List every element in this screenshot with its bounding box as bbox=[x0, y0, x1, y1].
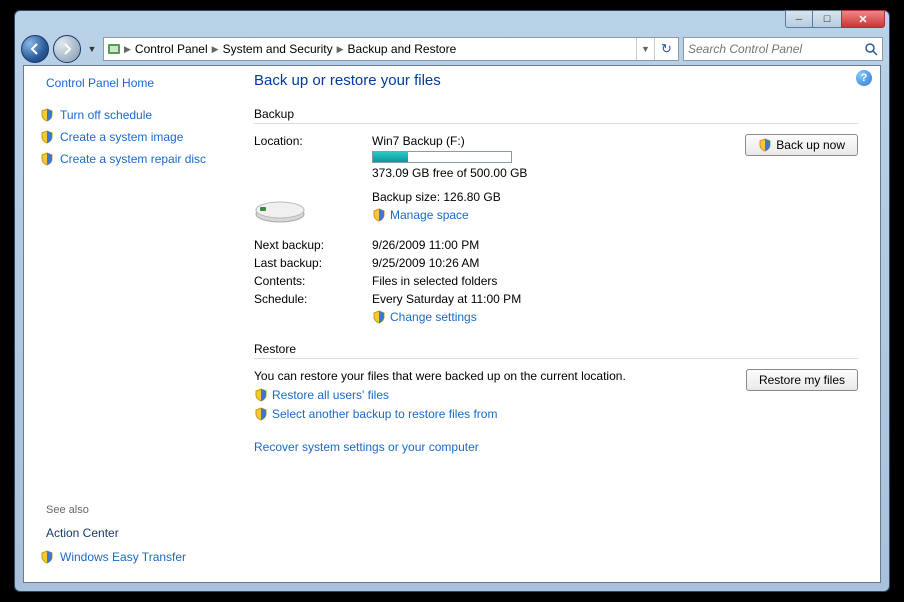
restore-description: You can restore your files that were bac… bbox=[254, 369, 726, 383]
action-center-link[interactable]: Action Center bbox=[40, 526, 228, 540]
turn-off-schedule-link[interactable]: Turn off schedule bbox=[40, 108, 228, 122]
free-space-value: 373.09 GB free of 500.00 GB bbox=[372, 166, 720, 180]
create-repair-disc-link[interactable]: Create a system repair disc bbox=[40, 152, 228, 166]
close-button[interactable]: ✕ bbox=[841, 10, 885, 28]
shield-icon bbox=[40, 152, 54, 166]
search-icon[interactable] bbox=[864, 42, 878, 56]
schedule-value: Every Saturday at 11:00 PM bbox=[372, 292, 720, 306]
shield-icon bbox=[254, 388, 268, 402]
nav-history-dropdown[interactable]: ▼ bbox=[85, 44, 99, 54]
recover-system-link[interactable]: Recover system settings or your computer bbox=[254, 440, 858, 454]
see-also-label: See also bbox=[40, 504, 228, 516]
windows-easy-transfer-link[interactable]: Windows Easy Transfer bbox=[40, 550, 228, 564]
drive-icon bbox=[254, 192, 306, 224]
control-panel-icon bbox=[104, 41, 124, 57]
restore-my-files-button[interactable]: Restore my files bbox=[746, 369, 858, 391]
next-backup-label: Next backup: bbox=[254, 238, 364, 252]
shield-icon bbox=[372, 208, 386, 222]
search-box[interactable] bbox=[683, 37, 883, 61]
shield-icon bbox=[40, 550, 54, 564]
chevron-right-icon: ▶ bbox=[337, 44, 344, 55]
nav-forward-button[interactable] bbox=[53, 35, 81, 63]
location-label: Location: bbox=[254, 134, 364, 148]
last-backup-label: Last backup: bbox=[254, 256, 364, 270]
next-backup-value: 9/26/2009 11:00 PM bbox=[372, 238, 720, 252]
breadcrumb-dropdown[interactable]: ▼ bbox=[636, 38, 654, 60]
control-panel-home-link[interactable]: Control Panel Home bbox=[40, 76, 228, 90]
sidebar-link-label: Windows Easy Transfer bbox=[60, 550, 186, 564]
contents-value: Files in selected folders bbox=[372, 274, 720, 288]
chevron-right-icon: ▶ bbox=[124, 44, 131, 55]
minimize-button[interactable]: ─ bbox=[785, 10, 813, 28]
sidebar-link-label: Create a system repair disc bbox=[60, 152, 206, 166]
shield-icon bbox=[40, 130, 54, 144]
shield-icon bbox=[758, 138, 772, 152]
backup-size-value: Backup size: 126.80 GB bbox=[372, 190, 720, 204]
location-value: Win7 Backup (F:) bbox=[372, 134, 720, 148]
refresh-button[interactable]: ↻ bbox=[654, 38, 678, 60]
page-title: Back up or restore your files bbox=[254, 72, 858, 89]
restore-my-files-label: Restore my files bbox=[759, 373, 845, 387]
restore-all-users-link[interactable]: Restore all users' files bbox=[272, 388, 389, 402]
chevron-right-icon: ▶ bbox=[212, 44, 219, 55]
backup-now-button[interactable]: Back up now bbox=[745, 134, 858, 156]
shield-icon bbox=[372, 310, 386, 324]
nav-back-button[interactable] bbox=[21, 35, 49, 63]
shield-icon bbox=[40, 108, 54, 122]
maximize-button[interactable]: ☐ bbox=[813, 10, 841, 28]
schedule-label: Schedule: bbox=[254, 292, 364, 306]
change-settings-link[interactable]: Change settings bbox=[390, 310, 477, 324]
backup-section-header: Backup bbox=[254, 107, 858, 124]
breadcrumb[interactable]: ▶ Control Panel ▶ System and Security ▶ … bbox=[103, 37, 679, 61]
backup-now-label: Back up now bbox=[776, 138, 845, 152]
last-backup-value: 9/25/2009 10:26 AM bbox=[372, 256, 720, 270]
search-input[interactable] bbox=[688, 42, 864, 56]
restore-section-header: Restore bbox=[254, 342, 858, 359]
disk-usage-bar bbox=[372, 151, 512, 163]
shield-icon bbox=[254, 407, 268, 421]
help-icon[interactable]: ? bbox=[856, 70, 872, 86]
breadcrumb-control-panel[interactable]: Control Panel bbox=[131, 42, 212, 56]
contents-label: Contents: bbox=[254, 274, 364, 288]
sidebar-link-label: Create a system image bbox=[60, 130, 183, 144]
breadcrumb-backup-restore[interactable]: Backup and Restore bbox=[344, 42, 461, 56]
breadcrumb-system-security[interactable]: System and Security bbox=[219, 42, 337, 56]
select-another-backup-link[interactable]: Select another backup to restore files f… bbox=[272, 407, 497, 421]
sidebar-link-label: Turn off schedule bbox=[60, 108, 152, 122]
manage-space-link[interactable]: Manage space bbox=[390, 208, 469, 222]
create-system-image-link[interactable]: Create a system image bbox=[40, 130, 228, 144]
